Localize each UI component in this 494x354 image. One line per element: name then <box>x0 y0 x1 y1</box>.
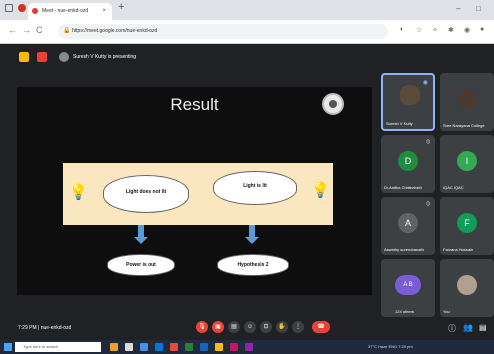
participant-avatar: D <box>398 151 418 171</box>
tab-title: Meet - nue-enkd-ozd <box>42 8 89 14</box>
end-call-button[interactable]: ☎ <box>312 321 330 333</box>
profile-icon[interactable]: ● <box>480 26 484 33</box>
edge-icon[interactable] <box>155 343 163 351</box>
camera-off-button[interactable]: ▣ <box>212 321 224 333</box>
participant-avatar: A <box>398 213 418 233</box>
cloud-hypothesis-2: Hypothesis 2 <box>217 254 289 276</box>
taskbar-search-placeholder: Type here to search <box>23 344 59 349</box>
people-icon[interactable]: 👥 <box>463 323 473 332</box>
participant-name: Sree Narayana College <box>443 123 485 128</box>
minimize-button[interactable]: – <box>456 0 460 18</box>
slide-title: Result <box>170 95 219 114</box>
extension-icon-2[interactable]: ✧ <box>432 26 438 34</box>
tab-menu-icon[interactable] <box>5 4 13 12</box>
slide-diagram-panel: 💡 Light does not lit Light is lit 💡 <box>63 163 333 225</box>
presenting-label: Suresh V Kutty is presenting <box>73 54 137 60</box>
puzzle-icon[interactable]: ✱ <box>448 26 454 34</box>
participant-tile-aswathy[interactable]: A ⦸ Aswathy surendranath <box>381 197 435 255</box>
participant-name: IQAC IQAC <box>443 185 464 190</box>
taskbar-app-icon-2[interactable] <box>230 343 238 351</box>
cloud-light-not-lit: Light does not lit <box>103 175 189 213</box>
mic-off-button[interactable]: 🎙 <box>196 321 208 333</box>
meeting-time-code: 7:29 PM | nue-enkd-ozd <box>18 325 72 331</box>
notes-icon[interactable] <box>19 52 29 62</box>
taskbar-app-icon[interactable] <box>110 343 118 351</box>
participant-name: You <box>443 309 450 314</box>
address-bar-row: ← → C 🔒 https://meet.google.com/nue-enkd… <box>0 20 494 44</box>
back-button[interactable]: ← <box>8 25 17 35</box>
mic-off-icon: ⦸ <box>426 201 430 207</box>
participant-tile-iqac[interactable]: I IQAC IQAC <box>440 135 494 193</box>
participant-tile-others[interactable]: A B 124 others <box>381 259 435 317</box>
taskbar-search-input[interactable]: Type here to search <box>15 342 101 352</box>
taskbar-app-icon-3[interactable] <box>245 343 253 351</box>
participant-name: Suresh V Kutty <box>386 121 413 126</box>
info-icon[interactable]: ⓘ <box>448 323 456 334</box>
browser-tab-meet[interactable]: Meet - nue-enkd-ozd × <box>28 3 112 20</box>
participant-tile-farzana[interactable]: F Farzana Hussain <box>440 197 494 255</box>
chat-icon[interactable]: ▤ <box>479 323 487 332</box>
college-seal-logo <box>322 93 344 115</box>
emoji-button[interactable]: ☺ <box>244 321 256 333</box>
forward-button[interactable]: → <box>22 25 31 35</box>
cloud-light-lit: Light is lit <box>213 171 297 205</box>
participant-tile-college[interactable]: Sree Narayana College <box>440 73 494 131</box>
participant-name: 124 others <box>395 309 414 314</box>
more-options-button[interactable]: ⋮ <box>292 321 304 333</box>
meet-top-bar: Suresh V Kutty is presenting <box>0 44 494 70</box>
os-taskbar: Type here to search 37°C Haze ENG 7:29 p… <box>0 340 494 354</box>
participant-name: Aswathy surendranath <box>384 247 424 252</box>
system-tray: 37°C Haze ENG 7:29 pm <box>368 344 413 349</box>
participant-avatar <box>457 275 477 295</box>
file-explorer-icon[interactable] <box>140 343 148 351</box>
arrow-down-right <box>245 225 259 244</box>
participant-name: Dr.Anitha Chittezhath <box>384 185 422 190</box>
word-icon[interactable] <box>200 343 208 351</box>
arrow-down-left <box>134 225 148 244</box>
url-text: https://meet.google.com/nue-enkd-ozd <box>72 28 158 34</box>
participant-avatar: I <box>457 151 477 171</box>
url-bar[interactable]: 🔒 https://meet.google.com/nue-enkd-ozd <box>58 24 388 39</box>
office-icon[interactable] <box>170 343 178 351</box>
maximize-button[interactable]: □ <box>476 0 481 18</box>
task-view-icon[interactable] <box>125 343 133 351</box>
bulb-on-icon: 💡 <box>311 182 330 199</box>
raise-hand-button[interactable]: ✋ <box>276 321 288 333</box>
participant-avatar <box>457 89 477 109</box>
browser-tab-strip: Meet - nue-enkd-ozd × + – □ <box>0 0 494 20</box>
participant-avatar <box>400 85 420 105</box>
participant-avatar-group: A B <box>395 275 421 295</box>
mic-off-icon: ⦸ <box>426 139 430 145</box>
captions-button[interactable]: ▤ <box>228 321 240 333</box>
recording-dot-icon <box>32 8 38 14</box>
reload-button[interactable]: C <box>36 25 43 35</box>
participant-avatar: F <box>457 213 477 233</box>
bulb-off-icon: 💡 <box>69 184 88 201</box>
windows-start-icon[interactable] <box>4 343 12 351</box>
star-icon[interactable]: ☆ <box>416 26 422 34</box>
excel-icon[interactable] <box>185 343 193 351</box>
cloud-power-out: Power is out <box>107 254 175 276</box>
tab-close-icon[interactable]: × <box>102 3 106 20</box>
extension-icon[interactable]: ◐ <box>400 26 404 33</box>
participant-tile-suresh[interactable]: ◉ Suresh V Kutty <box>381 73 435 131</box>
meet-app: Suresh V Kutty is presenting Result 💡 Li… <box>0 44 494 340</box>
participant-name: Farzana Hussain <box>443 247 474 252</box>
participant-tile-you[interactable]: You <box>440 259 494 317</box>
lock-icon: 🔒 <box>63 28 71 34</box>
camera-indicator-icon <box>18 4 26 12</box>
record-icon[interactable] <box>37 52 47 62</box>
presenter-avatar <box>59 52 69 62</box>
present-button[interactable]: ⊡ <box>260 321 272 333</box>
speaking-icon: ◉ <box>422 80 428 86</box>
participant-tile-anitha[interactable]: D ⦸ Dr.Anitha Chittezhath <box>381 135 435 193</box>
shared-screen: Result 💡 Light does not lit Light is lit… <box>17 87 372 295</box>
chrome-icon[interactable] <box>215 343 223 351</box>
shield-icon[interactable]: ◉ <box>464 26 470 34</box>
new-tab-button[interactable]: + <box>118 1 124 13</box>
